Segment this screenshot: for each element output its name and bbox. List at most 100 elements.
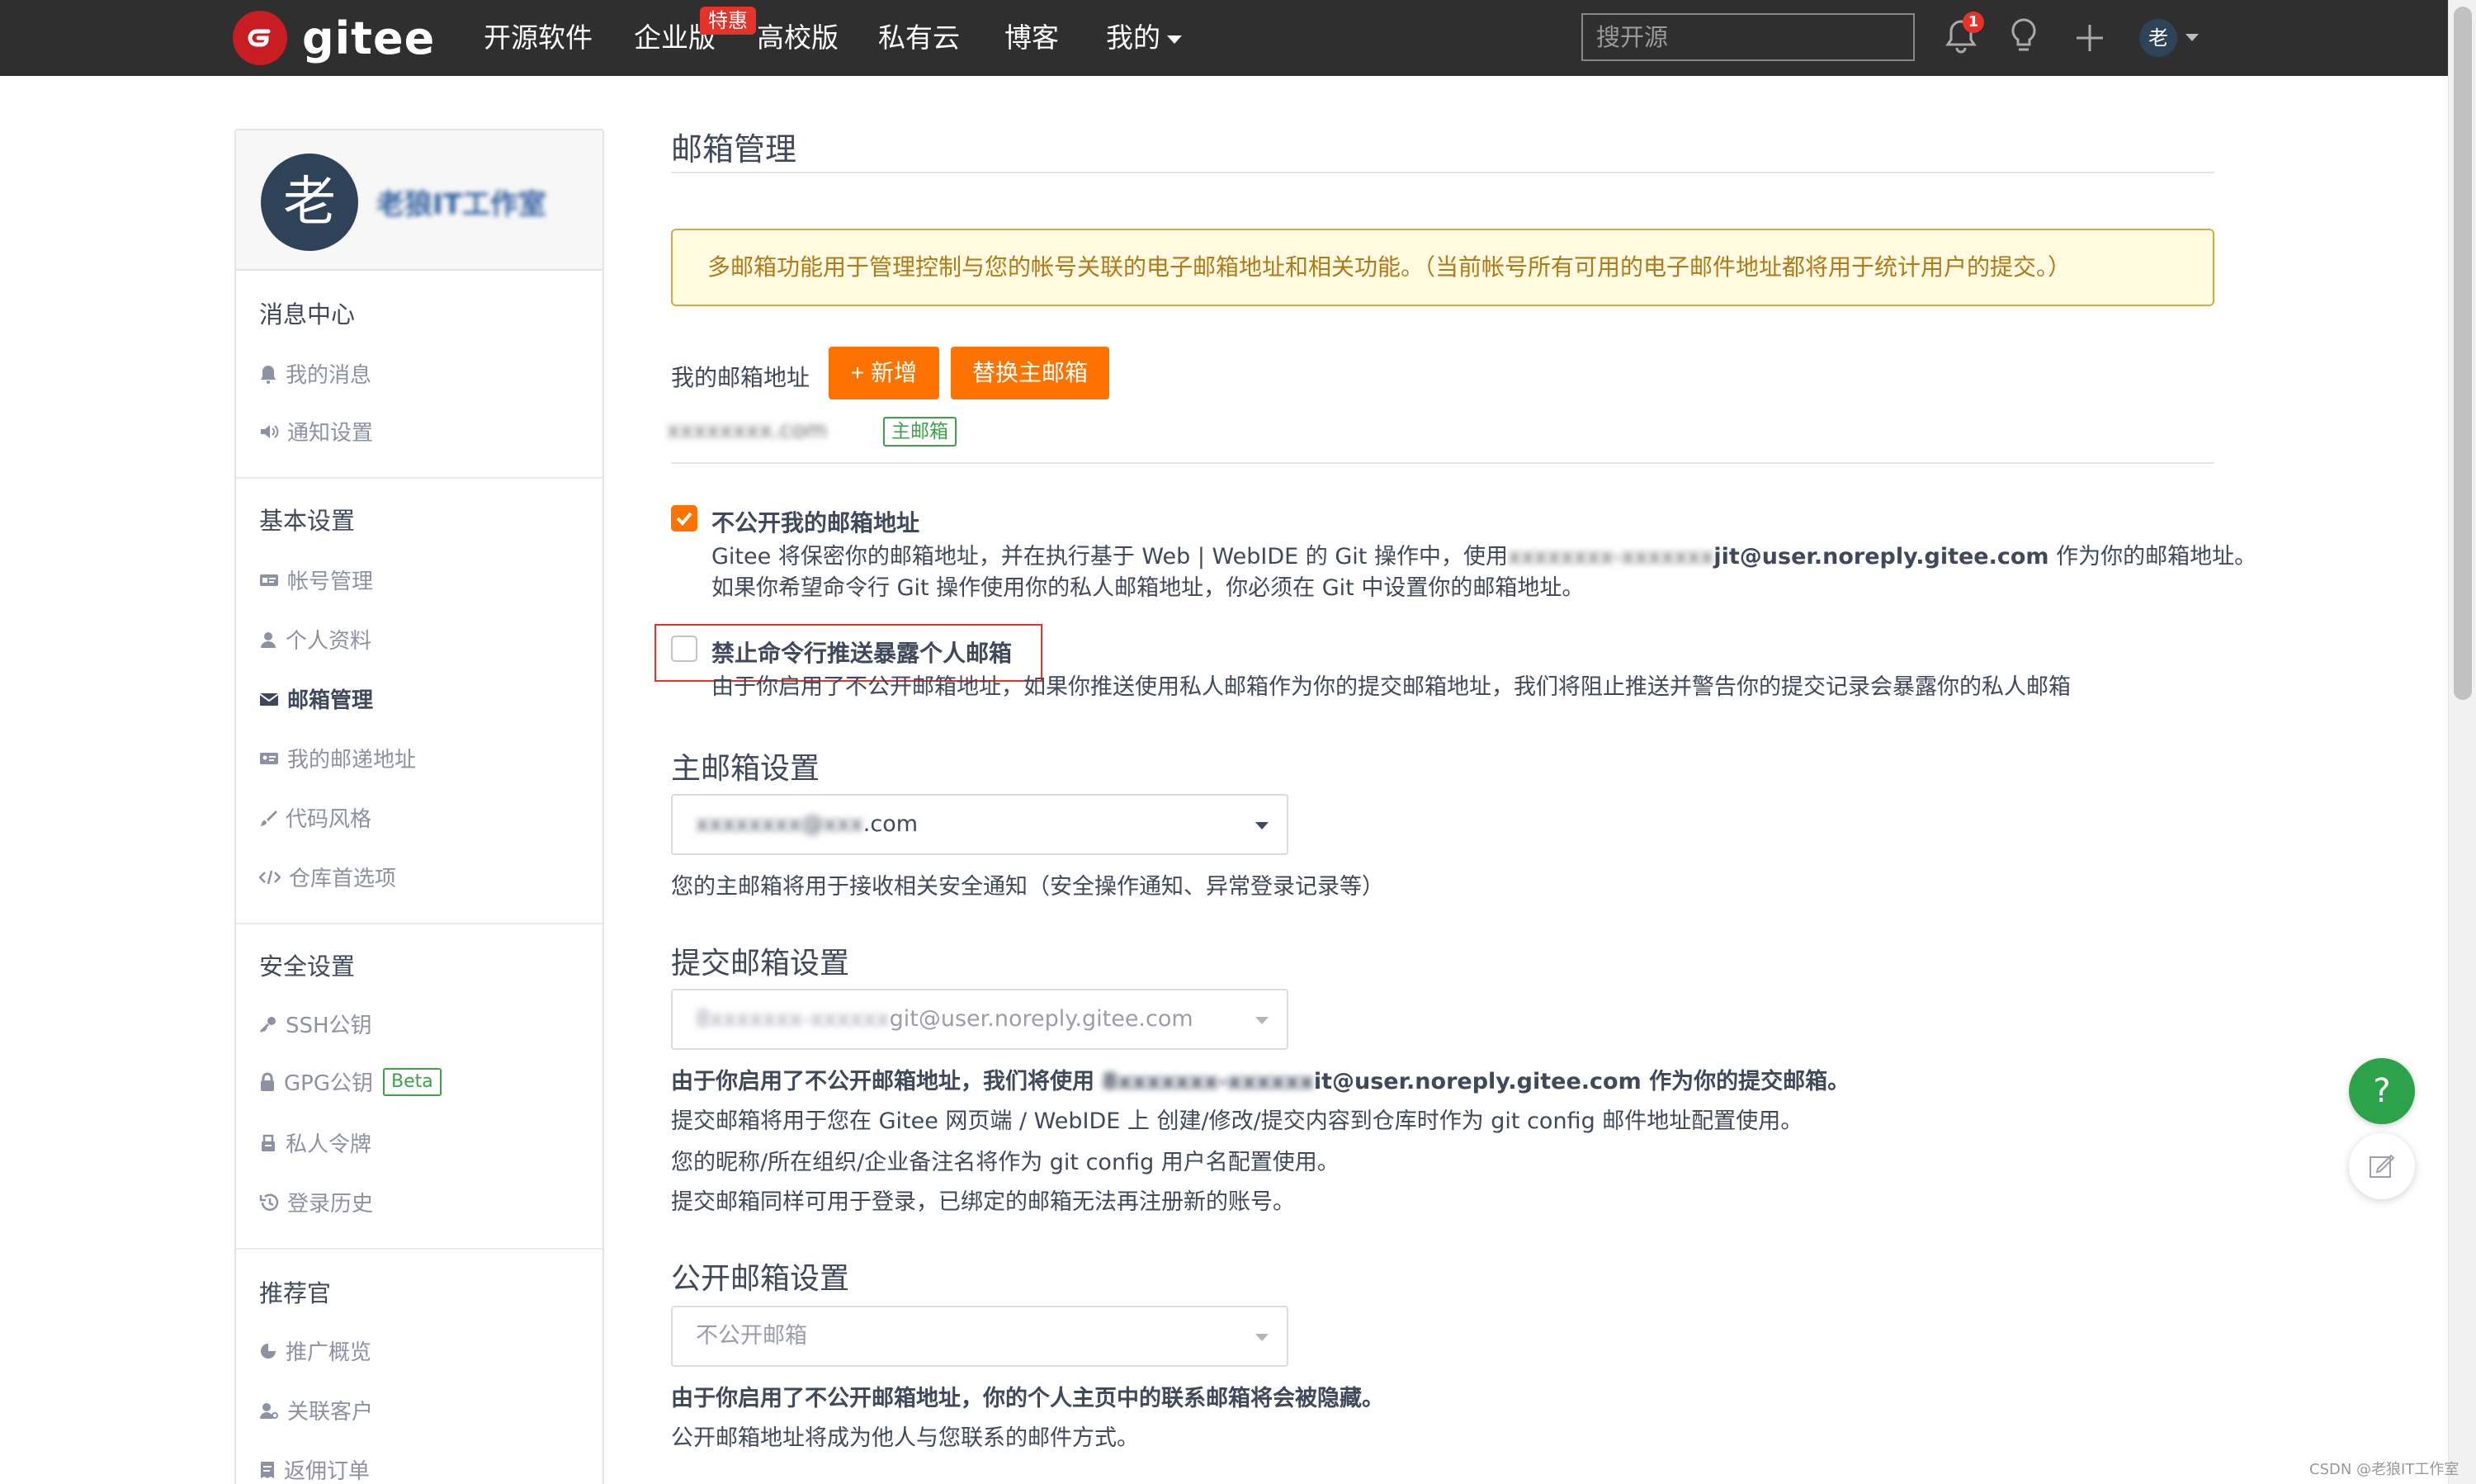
masked-text: 8xxxxxxx-xxxxxx [696, 1006, 890, 1032]
volume-icon [261, 424, 279, 438]
select-value: .com [862, 811, 919, 837]
sidebar-item-linked-clients[interactable]: 关联客户 [259, 1395, 373, 1425]
public-email-bold-hint: 由于你启用了不公开邮箱地址，你的个人主页中的联系邮箱将会被隐藏。 [671, 1386, 1384, 1411]
hint-text: 由于你启用了不公开邮箱地址，我们将使用 [671, 1069, 1103, 1094]
section-title-basic: 基本设置 [259, 507, 356, 535]
primary-email-select[interactable]: xxxxxxxx@xxx.com [671, 794, 1288, 855]
replace-primary-email-button[interactable]: 替换主邮箱 [951, 347, 1109, 399]
sidebar-item-email[interactable]: 邮箱管理 [259, 683, 373, 714]
nav-mine-dropdown[interactable]: 我的 [1106, 20, 1182, 56]
nav-open-source[interactable]: 开源软件 [484, 20, 593, 56]
sidebar-item-ssh-keys[interactable]: SSH公钥 [259, 1009, 372, 1039]
sidebar-item-label: 通知设置 [287, 421, 374, 446]
enterprise-promo-badge: 特惠 [700, 7, 756, 35]
section-title-referral: 推荐官 [259, 1279, 332, 1307]
user-avatar-menu[interactable]: 老 [2139, 19, 2177, 57]
block-push-checkbox[interactable] [671, 636, 697, 662]
sidebar-item-label: 个人资料 [286, 629, 372, 654]
check-icon [676, 512, 692, 526]
nav-mine-label: 我的 [1106, 21, 1160, 54]
commit-email-hint-3: 您的昵称/所在组织/企业备注名将作为 git config 用户名配置使用。 [671, 1150, 1340, 1175]
sidebar-item-profile[interactable]: 个人资料 [259, 624, 371, 655]
page-scrollbar[interactable] [2448, 0, 2476, 1484]
id-card-icon [260, 574, 278, 586]
chevron-down-icon [1255, 822, 1269, 829]
sidebar-item-login-history[interactable]: 登录历史 [259, 1187, 373, 1217]
sidebar-item-label: 我的邮递地址 [287, 748, 417, 773]
chevron-down-icon [1255, 1017, 1269, 1024]
sidebar-item-repo-preferences[interactable]: 仓库首选项 [259, 862, 396, 892]
lock-icon [261, 1072, 274, 1091]
commit-email-select[interactable]: 8xxxxxxx-xxxxxxgit@user.noreply.gitee.co… [671, 989, 1288, 1050]
sidebar-item-gpg-keys[interactable]: GPG公钥 Beta [259, 1066, 442, 1097]
sidebar-item-label: 邮箱管理 [287, 688, 374, 713]
gitee-logo[interactable]: gitee [233, 8, 435, 68]
sidebar-item-label: 返佣订单 [284, 1459, 371, 1484]
help-button[interactable]: ? [2349, 1058, 2415, 1124]
hide-email-description-2: 如果你希望命令行 Git 操作使用你的私人邮箱地址，你必须在 Git 中设置你的… [711, 575, 1585, 601]
block-push-label[interactable]: 禁止命令行推送暴露个人邮箱 [711, 636, 1012, 669]
block-push-description: 由于你启用了不公开邮箱地址，如果你推送使用私人邮箱作为你的提交邮箱地址，我们将阻… [711, 674, 2071, 700]
sidebar-item-label: 登录历史 [287, 1192, 374, 1217]
sidebar-item-label: 关联客户 [287, 1400, 374, 1425]
public-email-select[interactable]: 不公开邮箱 [671, 1306, 1288, 1367]
avatar-chevron-down-icon[interactable] [2185, 34, 2199, 41]
chart-icon [261, 1343, 276, 1359]
masked-text: xxxxxxxx@xxx [696, 811, 863, 837]
feedback-button[interactable] [2349, 1133, 2415, 1199]
nav-private-cloud[interactable]: 私有云 [878, 20, 960, 56]
brush-icon [261, 810, 277, 826]
notification-count-badge: 1 [1963, 12, 1984, 33]
hide-email-label[interactable]: 不公开我的邮箱地址 [711, 505, 919, 538]
settings-sidebar: 老 老狼IT工作室 消息中心 我的消息 通知设置 基本设置 帐号管理 个人资料 … [234, 129, 604, 1484]
sidebar-item-postal-address[interactable]: 我的邮递地址 [259, 743, 416, 773]
sidebar-username[interactable]: 老狼IT工作室 [376, 182, 546, 222]
noreply-email: jit@user.noreply.gitee.com [1713, 544, 2049, 569]
nav-blog[interactable]: 博客 [1004, 20, 1059, 56]
public-email-hint-2: 公开邮箱地址将成为他人与您联系的邮件方式。 [671, 1425, 1139, 1451]
scrollbar-thumb[interactable] [2454, 7, 2472, 700]
token-icon [262, 1134, 275, 1151]
history-icon [259, 1193, 279, 1211]
watermark: CSDN @老狼IT工作室 [2309, 1461, 2459, 1478]
sidebar-item-label: 仓库首选项 [289, 867, 397, 891]
section-title-security: 安全设置 [259, 952, 356, 981]
sidebar-item-code-style[interactable]: 代码风格 [259, 802, 371, 833]
sidebar-item-private-tokens[interactable]: 私人令牌 [259, 1127, 371, 1158]
gitee-logo-icon [233, 11, 287, 65]
avatar[interactable]: 老 [261, 154, 358, 251]
top-navbar: gitee 开源软件 企业版 特惠 高校版 私有云 博客 我的 1 老 [0, 0, 2448, 76]
receipt-icon [261, 1461, 274, 1478]
sidebar-item-label: 代码风格 [286, 807, 372, 832]
sidebar-item-label: SSH公钥 [286, 1014, 372, 1038]
sidebar-item-account[interactable]: 帐号管理 [259, 565, 373, 595]
sidebar-item-label: GPG公钥 [284, 1071, 373, 1096]
beta-badge: Beta [382, 1067, 442, 1096]
sidebar-item-label: 私人令牌 [286, 1132, 372, 1157]
sidebar-item-label: 帐号管理 [287, 569, 374, 594]
desc-text: Gitee 将保密你的邮箱地址，并在执行基于 Web | WebIDE 的 Gi… [711, 544, 1508, 569]
plus-icon[interactable] [2073, 21, 2106, 54]
section-title-messages: 消息中心 [259, 300, 356, 328]
title-divider [671, 172, 2214, 173]
sidebar-item-commission-orders[interactable]: 返佣订单 [259, 1454, 370, 1484]
select-value: 不公开邮箱 [696, 1323, 807, 1349]
sidebar-item-notify-settings[interactable]: 通知设置 [259, 416, 373, 447]
add-email-button[interactable]: + 新增 [829, 347, 939, 399]
search-input[interactable] [1581, 13, 1915, 61]
primary-email-hint: 您的主邮箱将用于接收相关安全通知（安全操作通知、异常登录记录等） [671, 874, 1384, 900]
sidebar-item-label: 我的消息 [286, 363, 372, 388]
sidebar-item-promo-overview[interactable]: 推广概览 [259, 1335, 371, 1366]
lightbulb-icon[interactable] [2007, 17, 2040, 56]
public-email-section-title: 公开邮箱设置 [671, 1262, 850, 1296]
envelope-icon [259, 692, 279, 706]
commit-email-section-title: 提交邮箱设置 [671, 947, 850, 981]
user-link-icon [260, 1402, 278, 1419]
hint-text: it@user.noreply.gitee.com 作为你的提交邮箱。 [1313, 1069, 1850, 1094]
sidebar-profile-header: 老 老狼IT工作室 [236, 130, 602, 271]
nav-education[interactable]: 高校版 [757, 20, 839, 56]
hide-email-checkbox[interactable] [671, 505, 697, 532]
desc-text: 作为你的邮箱地址。 [2048, 544, 2257, 569]
sidebar-item-my-messages[interactable]: 我的消息 [259, 358, 371, 389]
edit-icon [2370, 1154, 2395, 1178]
